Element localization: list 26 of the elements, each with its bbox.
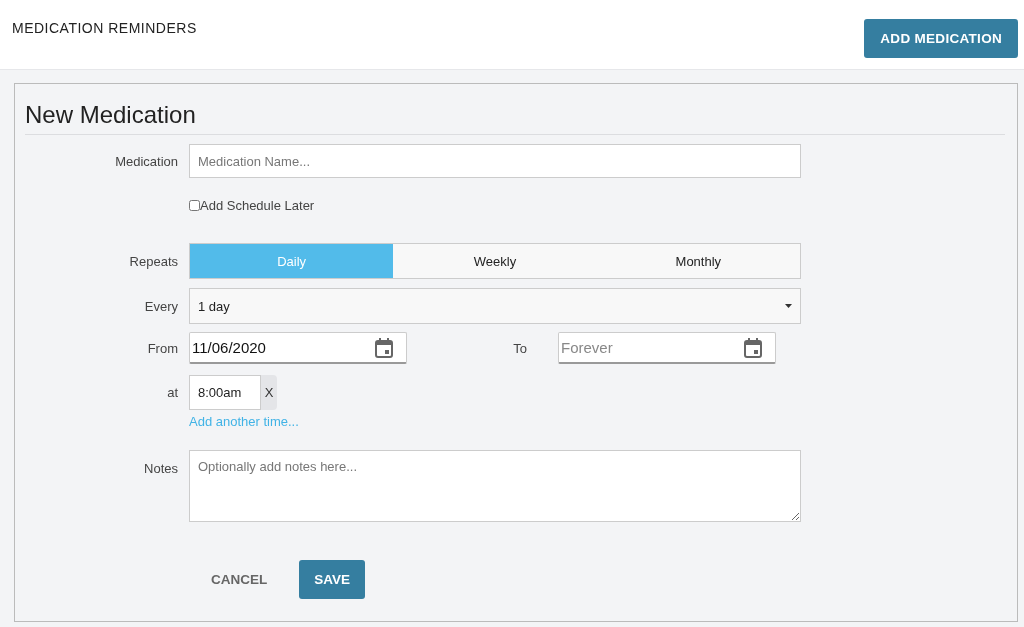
checkbox-label: Add Schedule Later	[200, 198, 315, 213]
repeat-option[interactable]: Monthly	[596, 244, 800, 278]
caret-icon	[785, 304, 792, 308]
page-title: MEDICATION REMINDERS	[12, 20, 197, 36]
from-date-field[interactable]: 11/06/2020	[189, 332, 407, 364]
save-button[interactable]: SAVE	[299, 560, 366, 599]
remove-time-button[interactable]: X	[261, 375, 277, 410]
calendar-icon[interactable]	[744, 338, 762, 358]
checkbox[interactable]	[189, 200, 200, 211]
medication-input[interactable]: Medication Name...	[189, 144, 801, 178]
time-input[interactable]: 8:00am	[189, 375, 261, 410]
field-label: Every	[143, 298, 178, 314]
field-label: Notes	[143, 461, 178, 476]
field-label: From	[146, 340, 178, 356]
field-label: To	[512, 340, 527, 356]
to-date-field[interactable]: Forever	[558, 332, 776, 364]
add-medication-button[interactable]: ADD MEDICATION	[864, 19, 1018, 58]
notes-textarea[interactable]: Optionally add notes here...	[189, 450, 801, 522]
field-label: at	[166, 385, 178, 400]
field-label: Medication	[114, 153, 178, 169]
every-dropdown[interactable]: 1 day	[189, 288, 801, 324]
calendar-icon[interactable]	[375, 338, 393, 358]
field-label: Repeats	[128, 253, 178, 269]
form-title: New Medication	[25, 84, 1005, 135]
repeat-option[interactable]: Weekly	[393, 244, 597, 278]
cancel-button[interactable]: CANCEL	[189, 572, 268, 587]
